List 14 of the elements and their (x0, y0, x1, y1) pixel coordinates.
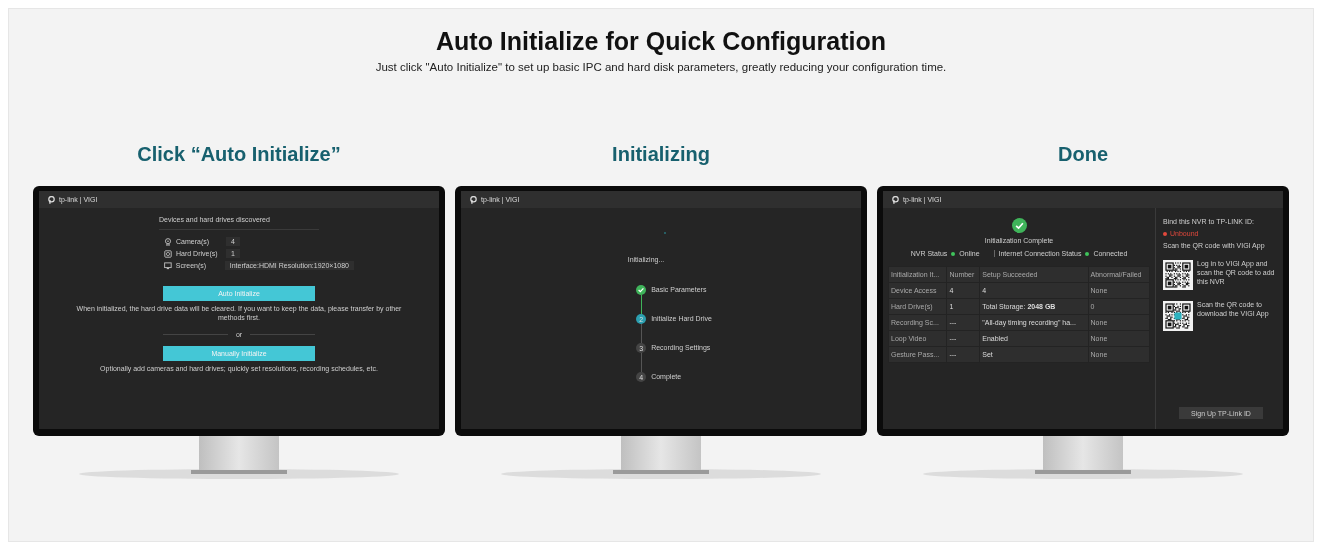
logo-icon (469, 195, 478, 204)
step-title: Click “Auto Initialize” (137, 143, 341, 166)
page-title: Auto Initialize for Quick Configuration (436, 27, 886, 56)
qr-code-icon (1163, 260, 1193, 290)
step-title: Initializing (612, 143, 710, 166)
camera-icon (164, 237, 172, 246)
page-subtitle: Just click "Auto Initialize" to set up basic IPC and hard disk parameters, greatly reducing your configuration time. (375, 61, 947, 73)
logo-icon (47, 195, 56, 204)
success-check-icon (1011, 218, 1027, 233)
qr-code-icon (1163, 301, 1193, 331)
monitor-icon (164, 261, 172, 270)
step-title: Done (1058, 143, 1108, 166)
drive-icon (164, 249, 172, 258)
logo-icon (891, 195, 900, 204)
